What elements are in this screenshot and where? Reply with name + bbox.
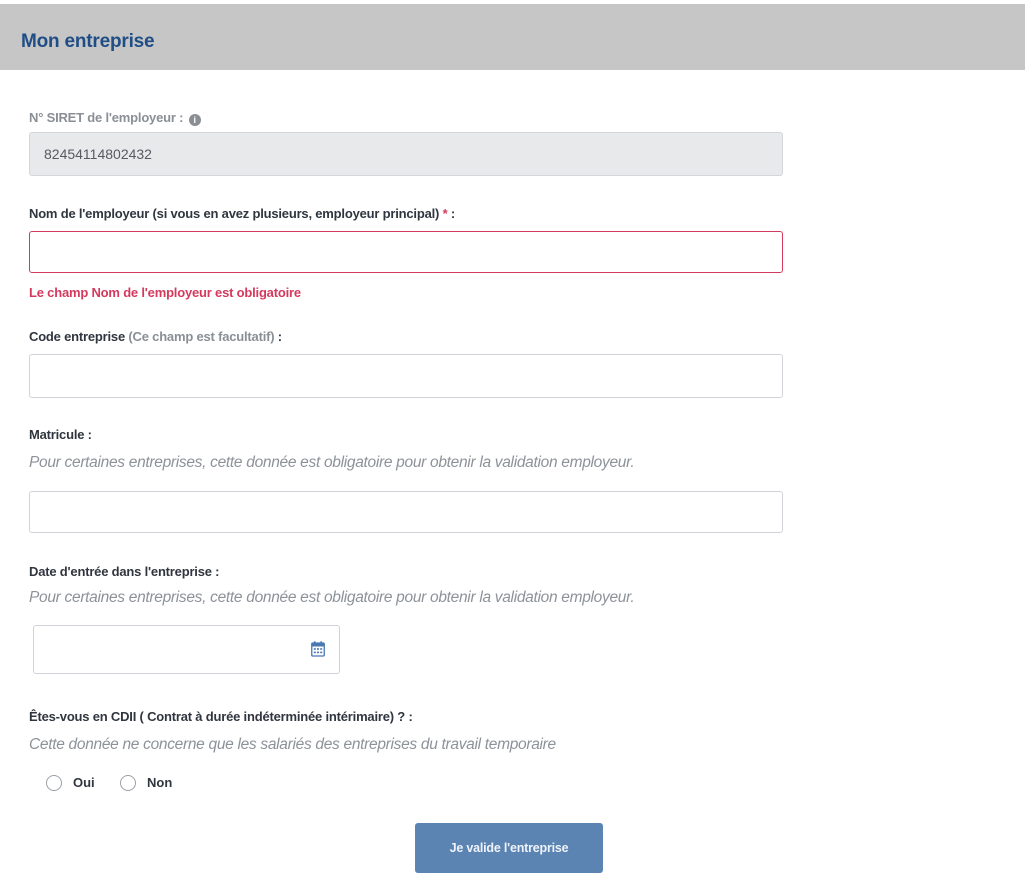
company-code-label-row: Code entreprise (Ce champ est facultatif… bbox=[29, 329, 282, 344]
entry-date-hint: Pour certaines entreprises, cette donnée… bbox=[29, 589, 635, 606]
matricule-input[interactable] bbox=[29, 491, 783, 533]
matricule-hint: Pour certaines entreprises, cette donnée… bbox=[29, 454, 635, 471]
employer-name-error: Le champ Nom de l'employeur est obligato… bbox=[29, 285, 301, 300]
cdii-label: Êtes-vous en CDII ( Contrat à durée indé… bbox=[29, 709, 413, 724]
siret-label: N° SIRET de l'employeur : bbox=[29, 110, 184, 125]
company-code-input[interactable] bbox=[29, 354, 783, 398]
page: Mon entreprise N° SIRET de l'employeur :… bbox=[0, 0, 1025, 887]
employer-name-label: Nom de l'employeur (si vous en avez plus… bbox=[29, 206, 440, 221]
info-icon[interactable]: i bbox=[188, 114, 201, 126]
cdii-hint: Cette donnée ne concerne que les salarié… bbox=[29, 736, 556, 753]
employer-name-input[interactable] bbox=[29, 231, 783, 273]
company-code-label: Code entreprise bbox=[29, 329, 125, 344]
entry-date-input[interactable] bbox=[33, 625, 340, 674]
siret-input bbox=[29, 132, 783, 176]
entry-date-label: Date d'entrée dans l'entreprise : bbox=[29, 564, 220, 579]
section-header: Mon entreprise bbox=[0, 4, 1025, 70]
calendar-icon[interactable] bbox=[311, 641, 325, 657]
employer-name-label-row: Nom de l'employeur (si vous en avez plus… bbox=[29, 206, 455, 221]
company-code-label-suffix: : bbox=[274, 329, 282, 344]
validate-company-button[interactable]: Je valide l'entreprise bbox=[415, 823, 603, 873]
matricule-label: Matricule : bbox=[29, 427, 92, 442]
company-code-note: (Ce champ est facultatif) bbox=[128, 329, 275, 344]
radio-oui[interactable] bbox=[46, 775, 62, 791]
siret-label-row: N° SIRET de l'employeur : i bbox=[29, 110, 201, 126]
radio-non-label[interactable]: Non bbox=[147, 775, 172, 790]
section-title: Mon entreprise bbox=[21, 31, 155, 52]
employer-name-label-suffix: : bbox=[447, 206, 455, 221]
radio-oui-label[interactable]: Oui bbox=[73, 775, 95, 790]
radio-non[interactable] bbox=[120, 775, 136, 791]
